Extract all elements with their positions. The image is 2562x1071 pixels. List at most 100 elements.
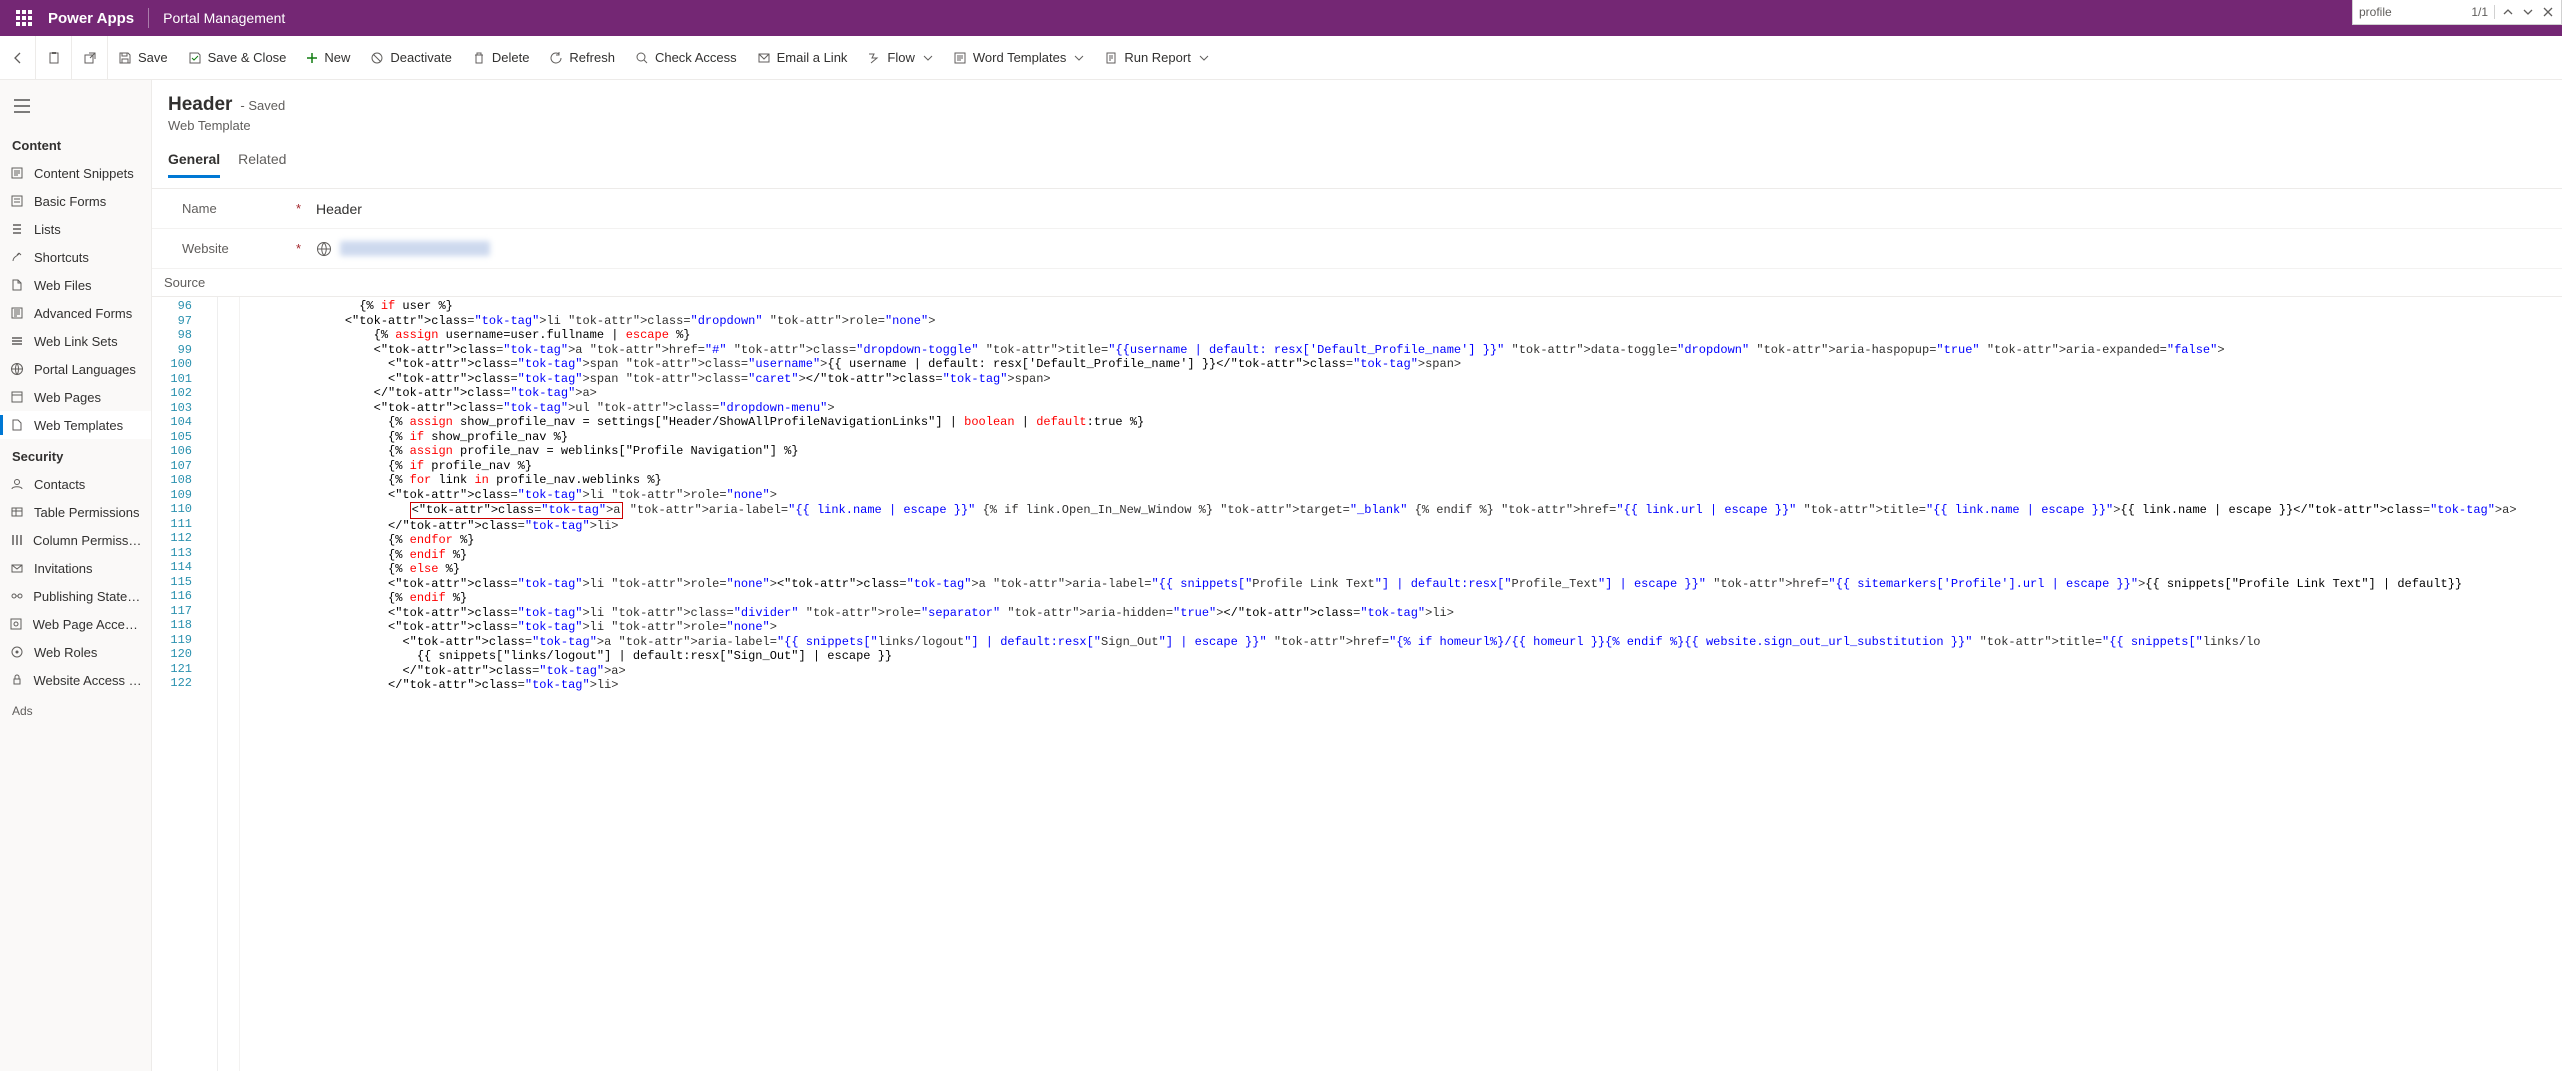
- sidebar-item-basic-forms[interactable]: Basic Forms: [0, 187, 151, 215]
- code-line[interactable]: {% for link in profile_nav.weblinks %}: [244, 473, 2558, 488]
- code-line[interactable]: </"tok-attr">class="tok-tag">a>: [244, 386, 2558, 401]
- code-line[interactable]: <"tok-attr">class="tok-tag">a "tok-attr"…: [244, 343, 2558, 358]
- word-templates-button[interactable]: Word Templates: [943, 36, 1094, 80]
- clipboard-icon[interactable]: [36, 36, 72, 80]
- sidebar-item-label: Web Page Access ...: [33, 617, 143, 632]
- find-text[interactable]: profile: [2359, 5, 2465, 19]
- code-line[interactable]: {% assign profile_nav = weblinks["Profil…: [244, 444, 2558, 459]
- code-line[interactable]: {% else %}: [244, 562, 2558, 577]
- save-button[interactable]: Save: [108, 36, 178, 80]
- required-marker: *: [296, 241, 306, 256]
- code-line[interactable]: <"tok-attr">class="tok-tag">ul "tok-attr…: [244, 401, 2558, 416]
- code-line[interactable]: <"tok-attr">class="tok-tag">li "tok-attr…: [244, 488, 2558, 503]
- nav-icon: [8, 362, 26, 376]
- tab-general[interactable]: General: [168, 151, 220, 178]
- sidebar-item-label: Basic Forms: [34, 194, 106, 209]
- sidebar-item-label: Table Permissions: [34, 505, 140, 520]
- flow-button[interactable]: Flow: [857, 36, 942, 80]
- save-close-button[interactable]: Save & Close: [178, 36, 297, 80]
- find-next-icon[interactable]: [2521, 5, 2535, 19]
- code-line[interactable]: <"tok-attr">class="tok-tag">li "tok-attr…: [244, 314, 2558, 329]
- sidebar-item-label: Portal Languages: [34, 362, 136, 377]
- sidebar-item-invitations[interactable]: Invitations: [0, 554, 151, 582]
- code-line[interactable]: <"tok-attr">class="tok-tag">a "tok-attr"…: [244, 502, 2558, 519]
- code-line[interactable]: {% assign show_profile_nav = settings["H…: [244, 415, 2558, 430]
- app-launcher-icon[interactable]: [8, 2, 40, 34]
- source-label: Source: [152, 269, 2562, 297]
- sidebar-item-web-roles[interactable]: Web Roles: [0, 638, 151, 666]
- code-line[interactable]: <"tok-attr">class="tok-tag">span "tok-at…: [244, 357, 2558, 372]
- find-count: 1/1: [2471, 5, 2488, 19]
- sidebar-item-web-pages[interactable]: Web Pages: [0, 383, 151, 411]
- code-line[interactable]: {% endif %}: [244, 548, 2558, 563]
- sidebar-item-contacts[interactable]: Contacts: [0, 470, 151, 498]
- code-line[interactable]: </"tok-attr">class="tok-tag">a>: [244, 664, 2558, 679]
- code-lines[interactable]: {% if user %} <"tok-attr">class="tok-tag…: [240, 297, 2562, 1071]
- blurred-value: [340, 241, 490, 256]
- sidebar-item-label: Web Templates: [34, 418, 123, 433]
- code-editor[interactable]: 9697989910010110210310410510610710810911…: [152, 297, 2562, 1071]
- line-gutter: 9697989910010110210310410510610710810911…: [152, 297, 200, 1071]
- code-line[interactable]: {{ snippets["links/logout"] | default:re…: [244, 649, 2558, 664]
- code-line[interactable]: </"tok-attr">class="tok-tag">li>: [244, 519, 2558, 534]
- check-access-button[interactable]: Check Access: [625, 36, 747, 80]
- sidebar-item-web-page-access[interactable]: Web Page Access ...: [0, 610, 151, 638]
- sidebar-item-lists[interactable]: Lists: [0, 215, 151, 243]
- command-bar: Save Save & Close New Deactivate Delete …: [0, 36, 2562, 80]
- delete-button[interactable]: Delete: [462, 36, 540, 80]
- tab-related[interactable]: Related: [238, 151, 286, 178]
- nav-icon: [8, 278, 26, 292]
- nav-icon: [8, 673, 25, 687]
- code-line[interactable]: {% endif %}: [244, 591, 2558, 606]
- field-name-value[interactable]: Header: [306, 201, 2542, 217]
- code-line[interactable]: <"tok-attr">class="tok-tag">li "tok-attr…: [244, 606, 2558, 621]
- sidebar-item-label: Shortcuts: [34, 250, 89, 265]
- sidebar-item-table-permissions[interactable]: Table Permissions: [0, 498, 151, 526]
- nav-icon: [8, 589, 25, 603]
- sidebar-ads: Ads: [0, 694, 151, 728]
- record-status: - Saved: [240, 98, 285, 113]
- run-report-button[interactable]: Run Report: [1094, 36, 1218, 80]
- sidebar-item-publishing-state-t[interactable]: Publishing State T...: [0, 582, 151, 610]
- code-line[interactable]: {% if show_profile_nav %}: [244, 430, 2558, 445]
- sidebar-item-website-access-p[interactable]: Website Access P...: [0, 666, 151, 694]
- sidebar-item-web-link-sets[interactable]: Web Link Sets: [0, 327, 151, 355]
- back-button[interactable]: [0, 36, 36, 80]
- code-line[interactable]: {% endfor %}: [244, 533, 2558, 548]
- hamburger-icon[interactable]: [4, 88, 40, 124]
- field-website-row: Website *: [152, 229, 2562, 269]
- find-prev-icon[interactable]: [2501, 5, 2515, 19]
- open-new-icon[interactable]: [72, 36, 108, 80]
- new-button[interactable]: New: [296, 36, 360, 80]
- code-line[interactable]: <"tok-attr">class="tok-tag">a "tok-attr"…: [244, 635, 2558, 650]
- code-line[interactable]: <"tok-attr">class="tok-tag">li "tok-attr…: [244, 577, 2558, 592]
- nav-icon: [8, 166, 26, 180]
- sidebar-item-web-templates[interactable]: Web Templates: [0, 411, 151, 439]
- sidebar-item-label: Web Pages: [34, 390, 101, 405]
- sidebar-item-web-files[interactable]: Web Files: [0, 271, 151, 299]
- code-line[interactable]: </"tok-attr">class="tok-tag">li>: [244, 678, 2558, 693]
- nav-icon: [8, 533, 25, 547]
- module-label: Portal Management: [163, 10, 285, 26]
- sidebar-item-advanced-forms[interactable]: Advanced Forms: [0, 299, 151, 327]
- field-website-value[interactable]: [306, 241, 2542, 257]
- sidebar-item-content-snippets[interactable]: Content Snippets: [0, 159, 151, 187]
- header-divider: [148, 8, 149, 28]
- main-panel: Header - Saved Web Template General Rela…: [152, 80, 2562, 1071]
- sidebar-item-portal-languages[interactable]: Portal Languages: [0, 355, 151, 383]
- refresh-button[interactable]: Refresh: [539, 36, 625, 80]
- email-link-button[interactable]: Email a Link: [747, 36, 858, 80]
- code-line[interactable]: {% if user %}: [244, 299, 2558, 314]
- nav-icon: [8, 222, 26, 236]
- sidebar-item-column-permissio[interactable]: Column Permissio...: [0, 526, 151, 554]
- code-line[interactable]: {% assign username=user.fullname | escap…: [244, 328, 2558, 343]
- find-close-icon[interactable]: [2541, 5, 2555, 19]
- code-line[interactable]: <"tok-attr">class="tok-tag">span "tok-at…: [244, 372, 2558, 387]
- code-line[interactable]: <"tok-attr">class="tok-tag">li "tok-attr…: [244, 620, 2558, 635]
- deactivate-button[interactable]: Deactivate: [360, 36, 461, 80]
- nav-icon: [8, 561, 26, 575]
- sidebar-item-shortcuts[interactable]: Shortcuts: [0, 243, 151, 271]
- tabs: General Related: [152, 137, 2562, 178]
- code-line[interactable]: {% if profile_nav %}: [244, 459, 2558, 474]
- chevron-down-icon: [923, 53, 933, 63]
